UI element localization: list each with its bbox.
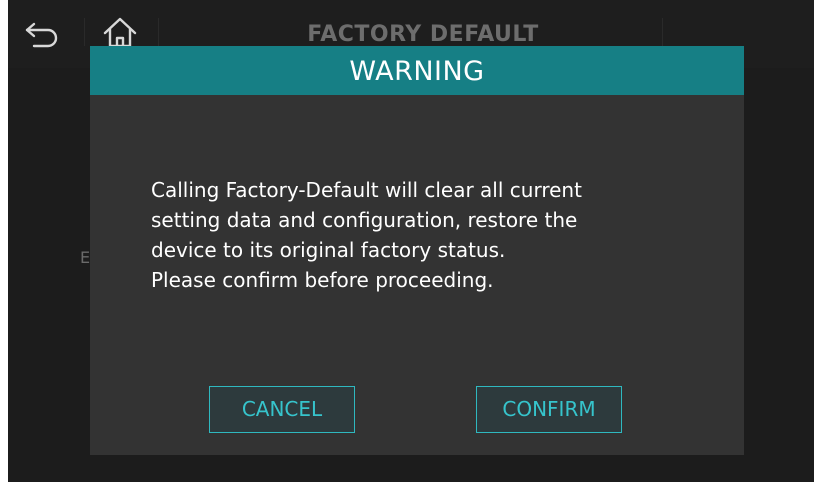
device-screen: FACTORY DEFAULT E WARNING Calling Factor… (8, 0, 814, 482)
dialog-message-line: Calling Factory-Default will clear all c… (151, 178, 582, 202)
cancel-button[interactable]: CANCEL (209, 386, 355, 433)
background-label-fragment: E (80, 248, 91, 267)
dialog-header: WARNING (90, 46, 744, 95)
topbar-divider (84, 18, 85, 46)
confirm-button[interactable]: CONFIRM (476, 386, 622, 433)
dialog-message: Calling Factory-Default will clear all c… (151, 175, 691, 295)
home-icon[interactable] (102, 16, 138, 48)
dialog-title: WARNING (349, 56, 485, 87)
dialog-message-line: setting data and configuration, restore … (151, 208, 578, 232)
warning-dialog: WARNING Calling Factory-Default will cle… (90, 46, 744, 455)
dialog-message-line: device to its original factory status. (151, 238, 506, 262)
back-arrow-icon[interactable] (24, 20, 60, 48)
topbar-divider (662, 18, 663, 46)
dialog-message-line: Please confirm before proceeding. (151, 268, 494, 292)
topbar-divider (158, 18, 159, 46)
